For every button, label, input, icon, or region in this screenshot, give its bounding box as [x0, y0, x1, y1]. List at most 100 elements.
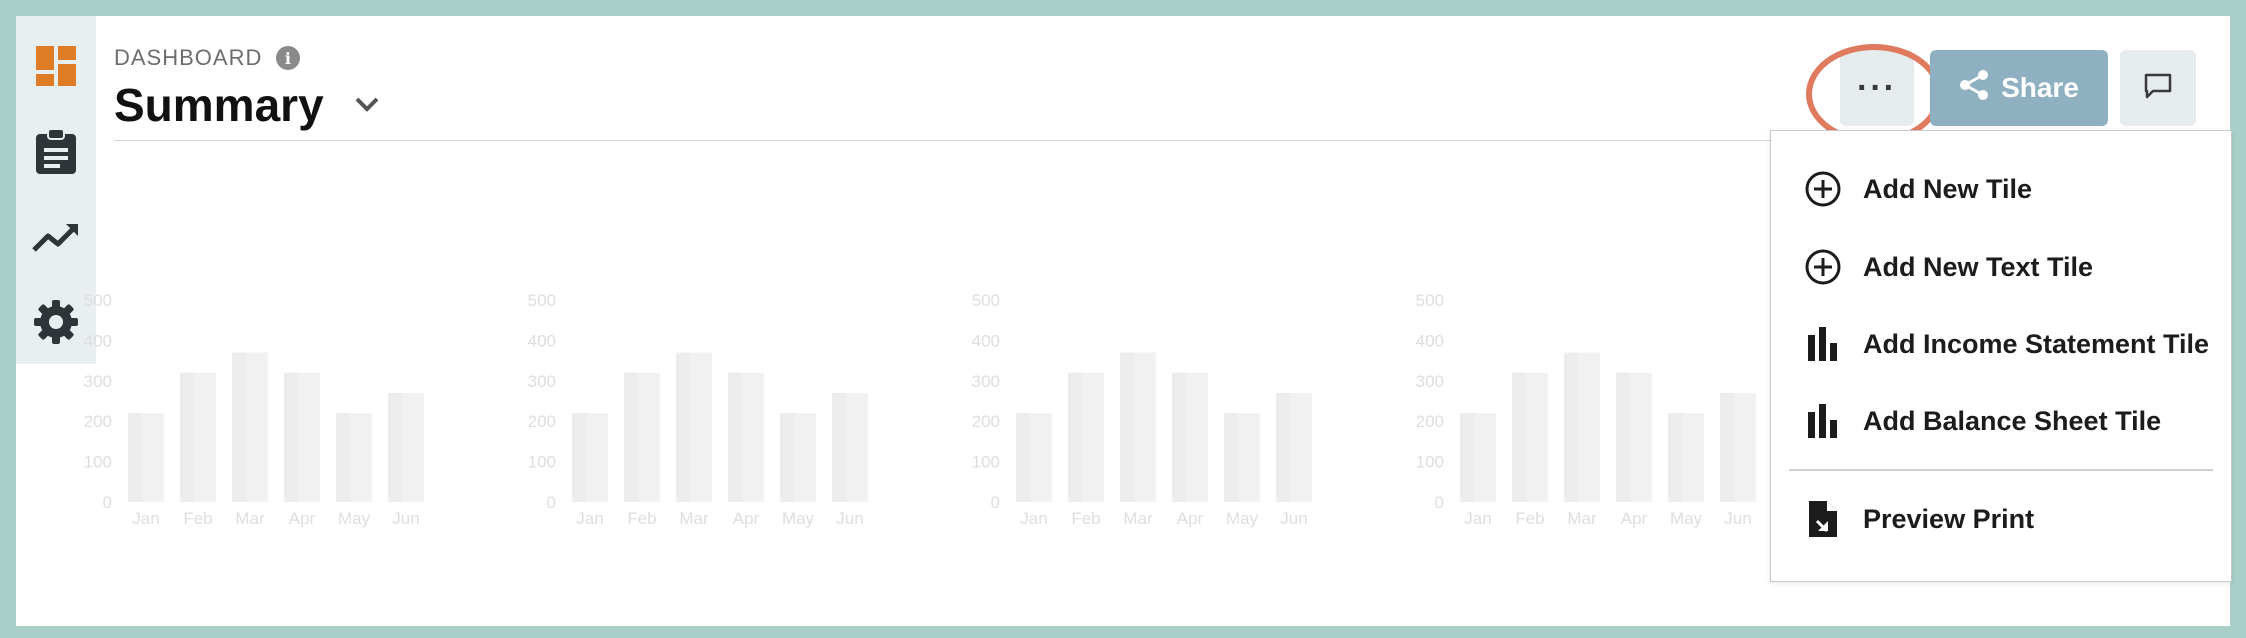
bar-chart-1: 0 100 200 300 400 500 Jan Feb Mar Apr May Jun [84, 291, 424, 528]
bar-shade [832, 392, 846, 502]
more-options-button[interactable]: ··· [1840, 50, 1914, 126]
menu-item-add-new-tile[interactable]: Add New Tile [1803, 161, 2223, 217]
bar-shade [1720, 392, 1734, 502]
menu-divider [1789, 469, 2213, 471]
section-label: DASHBOARD [114, 45, 263, 70]
x-tick-label: Feb [183, 509, 212, 528]
x-tick-label: Mar [1123, 509, 1153, 528]
menu-item-label: Add New Text Tile [1863, 251, 2094, 282]
menu-item-label: Add Balance Sheet Tile [1863, 405, 2162, 436]
y-tick-label: 0 [103, 493, 112, 512]
x-tick-label: Jun [392, 509, 419, 528]
dashboard-grid-icon[interactable] [28, 38, 84, 94]
bar-chart-icon [1803, 401, 1843, 441]
header-divider [114, 140, 1814, 141]
x-tick-label: Feb [627, 509, 656, 528]
x-tick-label: Jun [836, 509, 863, 528]
bar-shade [388, 392, 402, 502]
x-tick-label: May [782, 509, 815, 528]
bar-shade [1564, 352, 1578, 502]
clipboard-icon[interactable] [28, 124, 84, 180]
menu-item-preview-print[interactable]: Preview Print [1803, 491, 2223, 547]
y-tick-label: 500 [84, 291, 112, 310]
share-label: Share [2001, 72, 2079, 103]
y-tick-label: 300 [972, 372, 1000, 391]
menu-item-add-new-text-tile[interactable]: Add New Text Tile [1803, 239, 2223, 295]
x-tick-label: Mar [1567, 509, 1597, 528]
bar-shade [1016, 413, 1030, 502]
y-tick-label: 100 [84, 453, 112, 472]
y-tick-label: 400 [972, 331, 1000, 350]
y-tick-label: 200 [528, 412, 556, 431]
menu-item-add-balance-sheet-tile[interactable]: Add Balance Sheet Tile [1803, 393, 2223, 449]
y-tick-label: 100 [528, 453, 556, 472]
chart-tile-2: 0 100 200 300 400 500 Jan Feb Mar Apr May Jun [528, 280, 934, 540]
sidebar [16, 16, 96, 364]
x-tick-label: Jun [1724, 509, 1751, 528]
share-icon [1959, 69, 1989, 108]
y-tick-label: 100 [972, 453, 1000, 472]
chart-tile-4: 0 100 200 300 400 500 Jan Feb Mar Apr May Jun [1416, 280, 1822, 540]
y-tick-label: 400 [528, 331, 556, 350]
comment-icon [2143, 72, 2173, 105]
breadcrumb: DASHBOARD i [114, 45, 301, 71]
x-tick-label: Apr [1177, 509, 1204, 528]
gear-icon[interactable] [28, 294, 84, 350]
bar-shade [1276, 392, 1290, 502]
x-tick-label: May [338, 509, 371, 528]
x-tick-label: Jan [1464, 509, 1491, 528]
y-tick-label: 100 [1416, 453, 1444, 472]
x-tick-label: Apr [289, 509, 316, 528]
y-tick-label: 500 [528, 291, 556, 310]
y-tick-label: 300 [528, 372, 556, 391]
chart-tile-1: 0 100 200 300 400 500 Jan Feb Mar Apr May Jun [84, 280, 490, 540]
document-export-icon [1803, 499, 1843, 539]
plus-circle-icon [1803, 169, 1843, 209]
bar-shade [1616, 372, 1630, 502]
more-options-menu: Add New Tile Add New Text Tile Add Incom… [1770, 130, 2232, 582]
x-tick-label: May [1670, 509, 1703, 528]
x-tick-label: Jan [576, 509, 603, 528]
y-tick-label: 500 [1416, 291, 1444, 310]
x-tick-label: Apr [733, 509, 760, 528]
y-tick-label: 0 [1435, 493, 1444, 512]
x-tick-label: Jan [132, 509, 159, 528]
y-tick-label: 400 [84, 331, 112, 350]
y-tick-label: 400 [1416, 331, 1444, 350]
x-tick-label: Apr [1621, 509, 1648, 528]
menu-item-add-income-statement-tile[interactable]: Add Income Statement Tile [1803, 316, 2223, 372]
page-title: Summary [114, 79, 324, 131]
chart-tile-3: 0 100 200 300 400 500 Jan Feb Mar Apr May Jun [972, 280, 1378, 540]
y-tick-label: 0 [547, 493, 556, 512]
menu-item-label: Preview Print [1863, 503, 2035, 534]
plus-circle-icon [1803, 247, 1843, 287]
bar-shade [180, 372, 194, 502]
share-button[interactable]: Share [1930, 50, 2108, 126]
y-tick-label: 300 [84, 372, 112, 391]
info-icon[interactable]: i [276, 46, 301, 70]
bar-shade [676, 352, 690, 502]
bar-chart-2: 0 100 200 300 400 500 Jan Feb Mar Apr May Jun [528, 291, 868, 528]
bar-chart-icon [1803, 324, 1843, 364]
y-tick-label: 0 [991, 493, 1000, 512]
x-tick-label: Mar [679, 509, 709, 528]
bar-chart-4: 0 100 200 300 400 500 Jan Feb Mar Apr May Jun [1416, 291, 1756, 528]
menu-item-label: Add Income Statement Tile [1863, 328, 2210, 359]
comment-button[interactable] [2120, 50, 2196, 126]
bar-shade [1668, 413, 1682, 502]
bar-shade [1512, 372, 1526, 502]
bar-shade [232, 352, 246, 502]
bar-shade [1120, 352, 1134, 502]
y-tick-label: 200 [84, 412, 112, 431]
bar-shade [780, 413, 794, 502]
chevron-down-icon[interactable] [352, 92, 382, 116]
y-tick-label: 500 [972, 291, 1000, 310]
x-tick-label: Jun [1280, 509, 1307, 528]
x-tick-label: Mar [235, 509, 265, 528]
bar-shade [1172, 372, 1186, 502]
bar-chart-3: 0 100 200 300 400 500 Jan Feb Mar Apr May Jun [972, 291, 1312, 528]
trend-up-icon[interactable] [28, 208, 84, 264]
bar-shade [1460, 413, 1474, 502]
x-tick-label: May [1226, 509, 1259, 528]
bar-shade [336, 413, 350, 502]
